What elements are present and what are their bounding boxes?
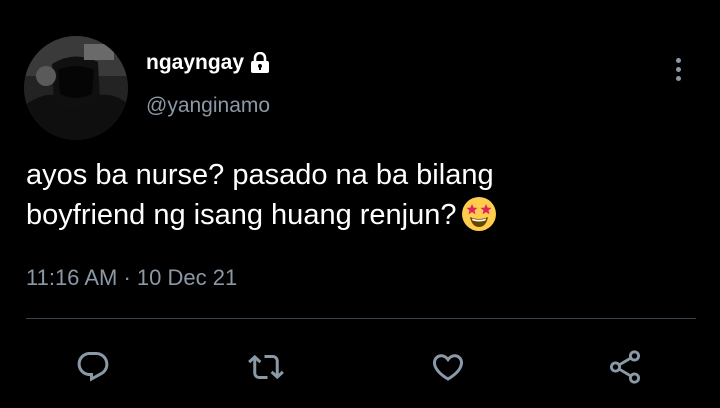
- like-button[interactable]: [428, 347, 468, 387]
- tweet-date: 10 Dec 21: [136, 265, 238, 290]
- tweet-timestamp[interactable]: 11:16 AM · 10 Dec 21: [26, 264, 237, 292]
- user-handle[interactable]: @yanginamo: [146, 93, 270, 119]
- more-options-button[interactable]: [668, 52, 688, 86]
- avatar[interactable]: [24, 36, 128, 140]
- reply-button[interactable]: [73, 347, 113, 387]
- reply-icon: [77, 352, 109, 382]
- divider: [26, 318, 696, 319]
- display-name-text: ngayngay: [146, 51, 245, 74]
- tweet-text-line: boyfriend ng isang huang renjun?: [26, 199, 457, 231]
- heart-icon: [432, 354, 464, 381]
- share-icon: [609, 350, 641, 384]
- tweet-text: ayos ba nurse? pasado na ba bilang boyfr…: [26, 155, 686, 235]
- tweet-text-line: ayos ba nurse? pasado na ba bilang: [26, 159, 494, 191]
- display-name[interactable]: ngayngay: [146, 50, 270, 76]
- retweet-button[interactable]: [246, 347, 286, 387]
- more-vertical-icon-dot: [675, 66, 681, 72]
- timestamp-separator: ·: [123, 265, 131, 290]
- retweet-icon: [248, 354, 284, 380]
- tweet-time: 11:16 AM: [26, 265, 118, 290]
- tweet-text-line-with-emoji: boyfriend ng isang huang renjun?: [26, 195, 686, 235]
- more-vertical-icon-dot: [675, 75, 681, 81]
- lock-icon: [250, 51, 270, 74]
- avatar-image: [24, 36, 128, 140]
- more-vertical-icon-dot: [675, 57, 681, 63]
- star-struck-emoji-icon: [461, 196, 497, 232]
- share-button[interactable]: [605, 347, 645, 387]
